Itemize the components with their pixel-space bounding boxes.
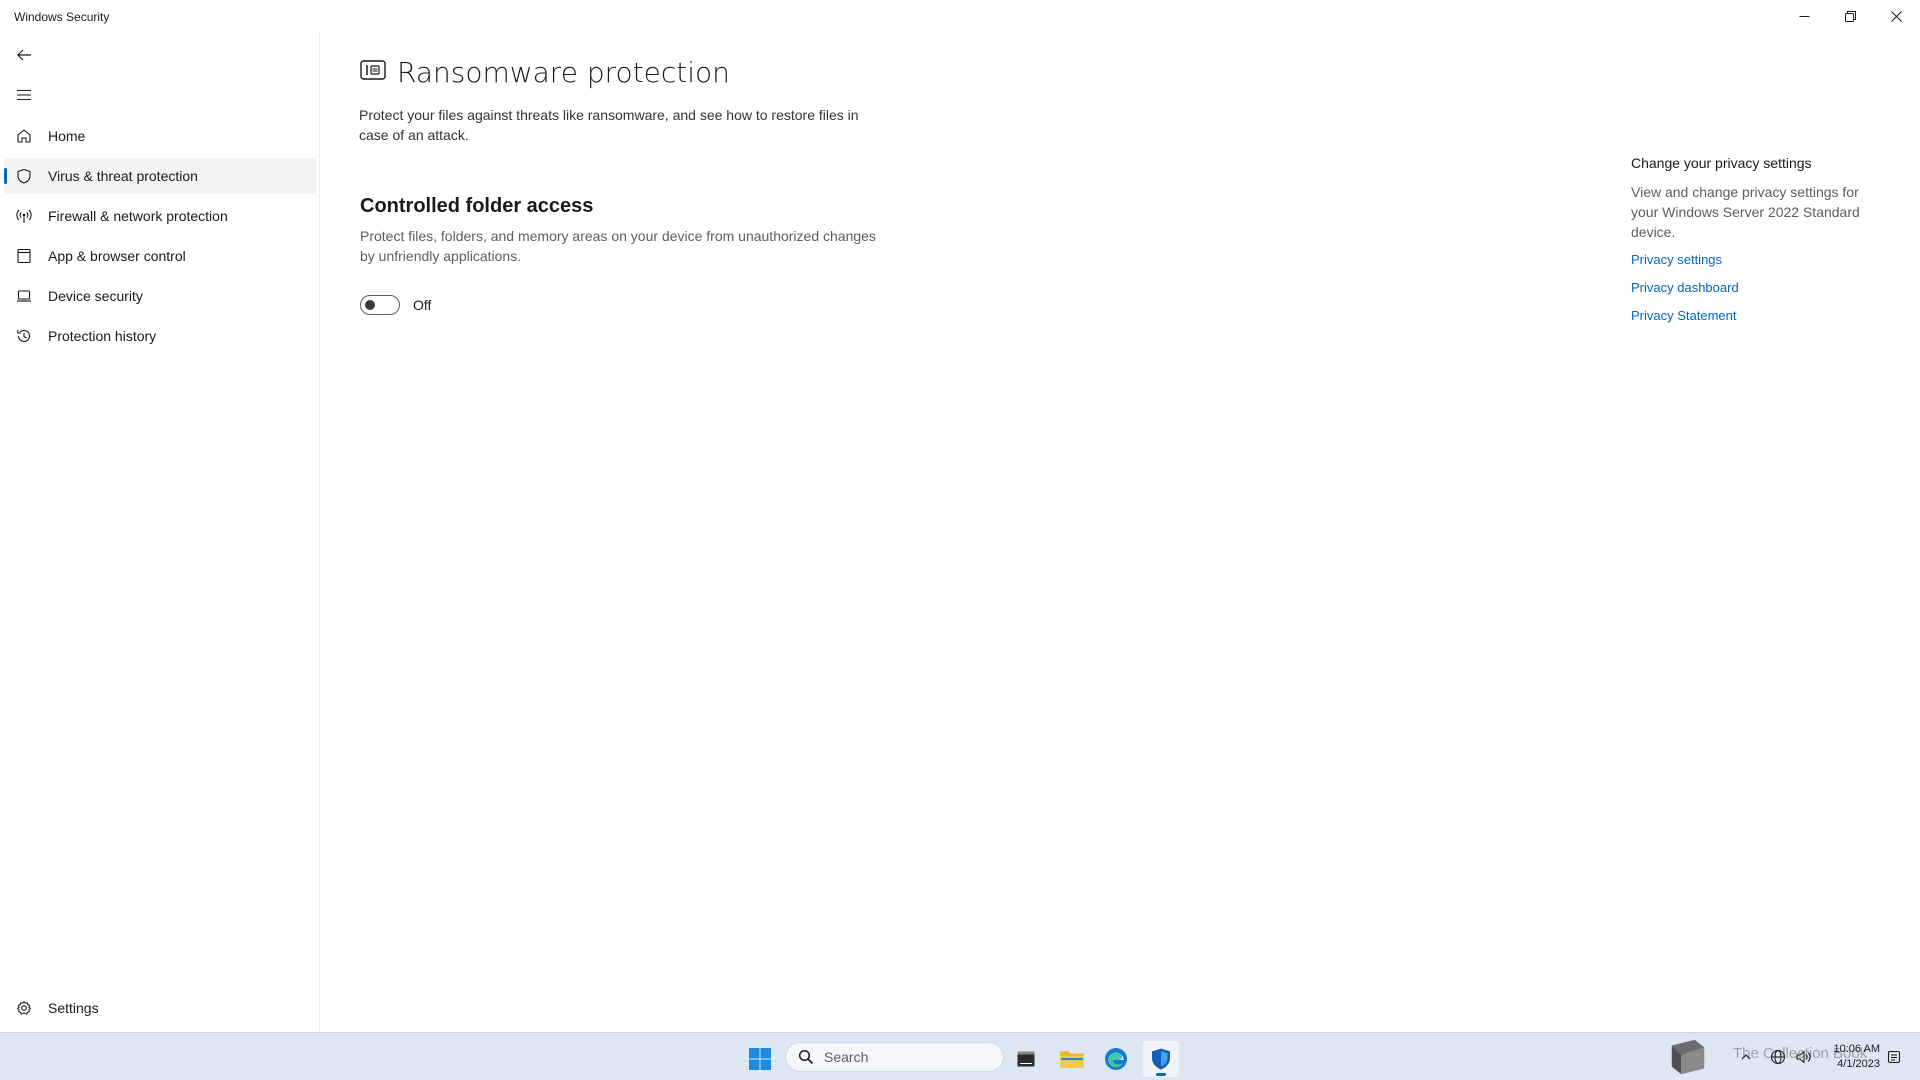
- section-description: Protect files, folders, and memory areas…: [360, 228, 876, 264]
- laptop-icon: [16, 288, 32, 304]
- minimize-button[interactable]: [1781, 0, 1827, 33]
- book-logo-icon: [1671, 1039, 1705, 1075]
- toggle-state-label: Off: [413, 297, 432, 313]
- chevron-up-icon: [1741, 1054, 1751, 1060]
- back-arrow-icon: [17, 49, 31, 61]
- controlled-folder-access-toggle[interactable]: [360, 295, 400, 315]
- file-explorer-taskbar-button[interactable]: [1054, 1041, 1090, 1077]
- history-icon: [16, 328, 32, 344]
- sidebar-item-app-browser-control[interactable]: App & browser control: [4, 238, 316, 274]
- windows-security-window: Windows Security Home Virus & threat pro…: [0, 0, 1920, 1032]
- privacy-side-panel: Change your privacy settings View and ch…: [1631, 155, 1881, 326]
- defender-shield-icon: [1152, 1048, 1170, 1070]
- terminal-icon: [1017, 1051, 1035, 1067]
- hamburger-icon: [17, 89, 31, 101]
- page-header: Ransomware protection: [360, 56, 730, 89]
- page-title: Ransomware protection: [397, 56, 730, 89]
- search-placeholder: Search: [824, 1049, 869, 1065]
- clock-time: 10:06 AM: [1833, 1043, 1880, 1055]
- network-tray-button[interactable]: [1765, 1041, 1791, 1073]
- app-window-icon: [16, 248, 32, 264]
- speaker-icon: [1796, 1050, 1811, 1064]
- sidebar-item-label: Home: [48, 128, 86, 144]
- windows-security-taskbar-button[interactable]: [1143, 1041, 1179, 1077]
- restore-button[interactable]: [1827, 0, 1873, 33]
- taskbar: Search The Collection Book 10:06 AM 4/1/…: [0, 1032, 1920, 1080]
- privacy-statement-link[interactable]: Privacy Statement: [1631, 306, 1881, 326]
- sidebar-item-label: Virus & threat protection: [48, 168, 198, 184]
- title-bar: Windows Security: [0, 0, 1920, 33]
- controlled-folder-access-toggle-row: Off: [360, 295, 431, 315]
- antenna-icon: [16, 208, 32, 224]
- watermark-book-logo: [1666, 1039, 1710, 1075]
- sidebar-item-label: Device security: [48, 288, 143, 304]
- folder-icon: [1060, 1051, 1084, 1068]
- sidebar-item-device-security[interactable]: Device security: [4, 278, 316, 314]
- privacy-dashboard-link[interactable]: Privacy dashboard: [1631, 278, 1881, 298]
- back-button[interactable]: [8, 39, 40, 71]
- windows-logo-icon: [749, 1048, 771, 1070]
- search-icon: [798, 1049, 814, 1065]
- taskbar-search-box[interactable]: Search: [785, 1042, 1004, 1072]
- restore-icon: [1844, 11, 1856, 22]
- clock-date: 4/1/2023: [1837, 1058, 1880, 1070]
- page-description: Protect your files against threats like …: [359, 107, 859, 143]
- sidebar: Home Virus & threat protection Firewall …: [0, 33, 320, 1032]
- sidebar-item-label: Protection history: [48, 328, 157, 344]
- settings-label: Settings: [48, 1000, 99, 1016]
- notifications-button[interactable]: [1884, 1041, 1904, 1073]
- minimize-icon: [1799, 16, 1809, 17]
- edge-browser-icon: [1105, 1048, 1127, 1070]
- menu-button[interactable]: [8, 79, 40, 111]
- ransomware-protection-icon: [360, 60, 386, 85]
- volume-tray-button[interactable]: [1790, 1041, 1816, 1073]
- toggle-knob: [365, 300, 375, 310]
- privacy-panel-title: Change your privacy settings: [1631, 155, 1812, 171]
- taskbar-clock[interactable]: 10:06 AM 4/1/2023: [1820, 1042, 1880, 1072]
- notification-center-icon: [1887, 1050, 1901, 1064]
- section-title: Controlled folder access: [360, 195, 594, 217]
- sidebar-item-label: App & browser control: [48, 248, 186, 264]
- shield-icon: [16, 168, 32, 184]
- main-content: Ransomware protection Protect your files…: [321, 33, 1920, 1032]
- sidebar-item-settings[interactable]: Settings: [4, 990, 316, 1026]
- globe-icon: [1770, 1049, 1786, 1065]
- home-icon: [16, 128, 32, 144]
- edge-taskbar-button[interactable]: [1098, 1041, 1134, 1077]
- show-hidden-icons-button[interactable]: [1736, 1041, 1756, 1073]
- start-button[interactable]: [742, 1041, 778, 1077]
- terminal-taskbar-button[interactable]: [1008, 1041, 1044, 1077]
- gear-icon: [16, 1000, 32, 1016]
- sidebar-item-home[interactable]: Home: [4, 118, 316, 154]
- sidebar-item-firewall-network-protection[interactable]: Firewall & network protection: [4, 198, 316, 234]
- privacy-panel-description: View and change privacy settings for you…: [1631, 184, 1860, 240]
- sidebar-item-label: Firewall & network protection: [48, 208, 228, 224]
- close-button[interactable]: [1873, 0, 1919, 33]
- close-icon: [1890, 11, 1902, 22]
- window-title: Windows Security: [14, 10, 110, 24]
- sidebar-item-protection-history[interactable]: Protection history: [4, 318, 316, 354]
- sidebar-item-virus-threat-protection[interactable]: Virus & threat protection: [4, 158, 316, 194]
- privacy-settings-link[interactable]: Privacy settings: [1631, 250, 1881, 270]
